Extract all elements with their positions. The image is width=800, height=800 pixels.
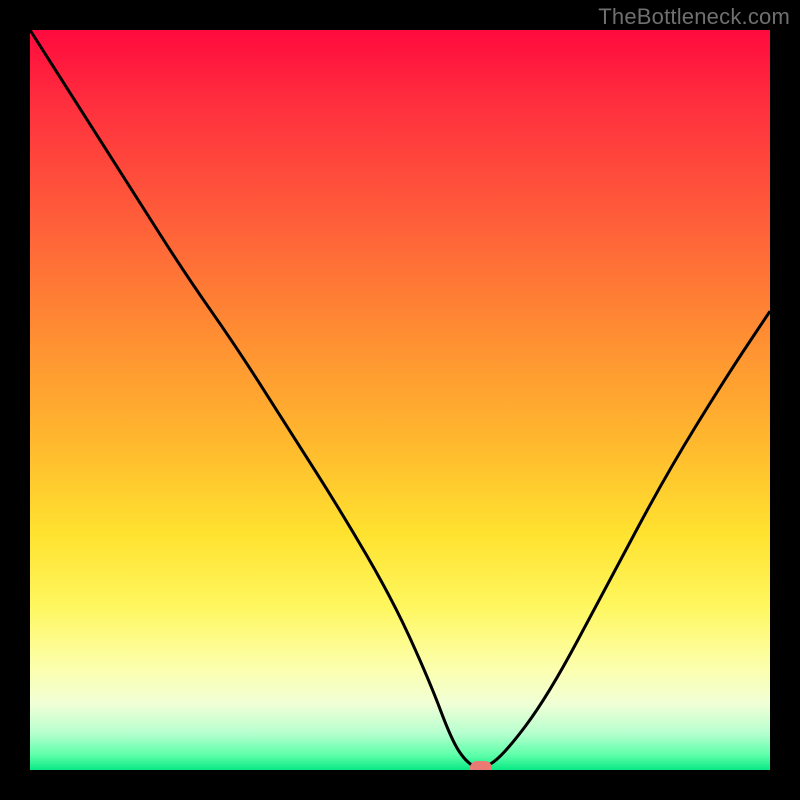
plot-area <box>30 30 770 770</box>
optimal-point-marker <box>470 761 492 770</box>
watermark-text: TheBottleneck.com <box>598 4 790 30</box>
bottleneck-curve <box>30 30 770 770</box>
chart-frame: TheBottleneck.com <box>0 0 800 800</box>
curve-path <box>30 30 770 768</box>
